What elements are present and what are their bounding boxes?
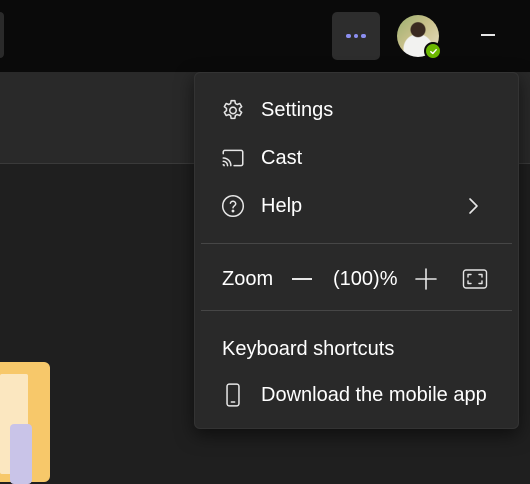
menu-item-settings[interactable]: Settings: [195, 87, 518, 133]
gear-icon: [220, 97, 246, 123]
menu-divider: [201, 310, 512, 311]
phone-icon: [220, 382, 246, 408]
zoom-level-value: (100)%: [333, 268, 398, 290]
thumbnail-image: [10, 424, 32, 484]
zoom-in-button[interactable]: [413, 266, 439, 292]
search-box-edge[interactable]: [0, 12, 4, 58]
more-horizontal-icon: [346, 33, 351, 39]
content-thumbnail[interactable]: [0, 362, 50, 484]
menu-item-label: Cast: [261, 146, 303, 169]
title-bar: [0, 0, 530, 72]
minus-icon: [292, 278, 312, 280]
more-options-menu: Settings Cast Help Zoom (100)% Keyboard …: [194, 72, 519, 429]
chevron-right-icon: [463, 196, 483, 216]
avatar[interactable]: [397, 15, 442, 60]
menu-item-label: Settings: [261, 98, 334, 121]
fullscreen-icon: [462, 269, 488, 289]
minimize-button[interactable]: [470, 18, 506, 52]
menu-item-cast[interactable]: Cast: [195, 135, 518, 181]
presence-available-icon: [424, 42, 442, 60]
minimize-icon: [481, 34, 495, 36]
menu-item-keyboard-shortcuts[interactable]: Keyboard shortcuts: [195, 326, 518, 372]
cast-icon: [220, 145, 246, 171]
zoom-control-row: Zoom (100)%: [195, 256, 518, 302]
menu-item-label: Download the mobile app: [261, 383, 487, 406]
thumbnail-page: [0, 374, 32, 484]
zoom-out-button[interactable]: [289, 266, 315, 292]
menu-item-help[interactable]: Help: [195, 183, 518, 229]
fullscreen-button[interactable]: [461, 266, 489, 292]
help-circle-icon: [220, 193, 246, 219]
menu-divider: [201, 243, 512, 244]
menu-item-download-mobile-app[interactable]: Download the mobile app: [195, 372, 518, 418]
zoom-label: Zoom: [222, 268, 274, 290]
more-options-button[interactable]: [332, 12, 380, 60]
menu-item-label: Help: [261, 194, 303, 217]
plus-icon: [415, 268, 437, 290]
menu-item-label: Keyboard shortcuts: [222, 337, 395, 360]
